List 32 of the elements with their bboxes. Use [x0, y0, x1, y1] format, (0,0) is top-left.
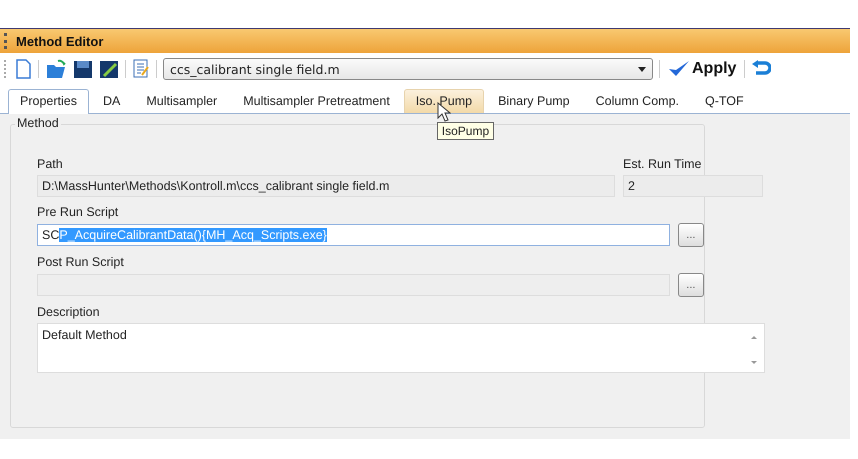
run-time-field[interactable]: 2 — [623, 175, 763, 197]
path-field[interactable]: D:\MassHunter\Methods\Kontroll.m\ccs_calibrant single field.m — [37, 175, 615, 197]
description-field[interactable]: Default Method — [37, 323, 765, 373]
tab[interactable]: Q-TOF — [693, 89, 756, 113]
field-label: Post Run Script — [37, 255, 125, 269]
checkmark-icon — [668, 60, 690, 78]
grip-icon — [4, 33, 10, 49]
tab[interactable]: Multisampler Pretreatment — [231, 89, 402, 113]
group-title: Method — [15, 116, 61, 130]
tab[interactable]: Multisampler — [134, 89, 230, 113]
grip-icon — [4, 60, 8, 78]
window-title: Method Editor — [16, 34, 104, 48]
document-edit-icon[interactable] — [132, 59, 150, 79]
tab[interactable]: Properties — [8, 89, 89, 114]
undo-icon[interactable] — [751, 60, 772, 78]
save-as-icon[interactable] — [99, 59, 119, 79]
field-label: Pre Run Script — [37, 205, 120, 219]
save-icon[interactable] — [73, 59, 93, 79]
open-folder-icon[interactable] — [45, 59, 67, 79]
tab[interactable]: DA — [90, 89, 132, 113]
field-label: Path — [37, 157, 64, 171]
dropdown-arrow-icon — [638, 66, 646, 72]
tab[interactable]: Column Comp. — [584, 89, 692, 113]
method-dropdown[interactable]: ccs_calibrant single field.m — [163, 58, 653, 80]
browse-button[interactable]: ... — [678, 273, 704, 297]
new-file-icon[interactable] — [14, 59, 32, 79]
apply-button[interactable]: Apply — [666, 60, 738, 78]
pre-run-script-field[interactable]: SCP_AcquireCalibrantData(){MH_Acq_Scripts.exe} — [37, 224, 670, 246]
field-label: Description — [37, 305, 101, 319]
tooltip: IsoPump — [436, 122, 494, 140]
browse-button[interactable]: ... — [678, 223, 704, 247]
field-label: Est. Run Time — [623, 157, 702, 171]
